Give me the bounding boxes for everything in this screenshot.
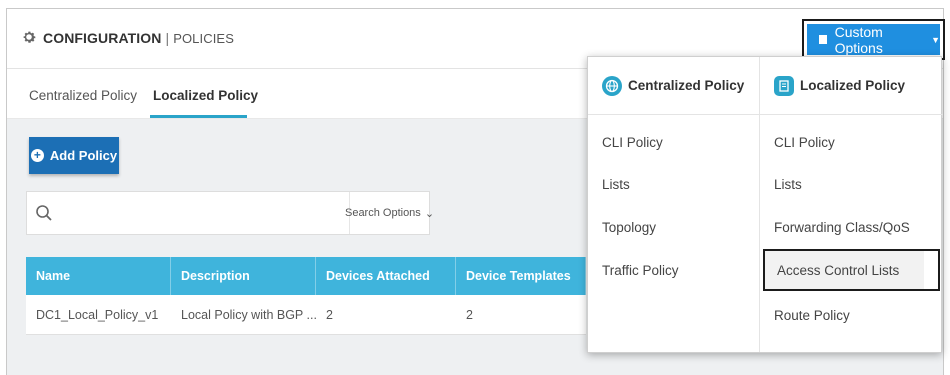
tab-centralized-policy[interactable]: Centralized Policy bbox=[29, 88, 137, 103]
column-header-name[interactable]: Name bbox=[26, 257, 171, 295]
menu-item-centralized-lists[interactable]: Lists bbox=[588, 163, 759, 205]
centralized-policy-heading: Centralized Policy bbox=[588, 57, 759, 115]
custom-options-menu: Centralized Policy CLI Policy Lists Topo… bbox=[587, 56, 943, 353]
search-icon bbox=[36, 205, 52, 221]
policy-table: Name Description Devices Attached Device… bbox=[26, 257, 586, 335]
add-policy-button[interactable]: + Add Policy bbox=[29, 137, 119, 174]
menu-item-localized-forwarding-class-qos[interactable]: Forwarding Class/QoS bbox=[760, 206, 943, 248]
menu-item-localized-lists[interactable]: Lists bbox=[760, 163, 943, 205]
access-control-lists-label: Access Control Lists bbox=[765, 251, 924, 289]
cell-description: Local Policy with BGP ... bbox=[181, 307, 316, 322]
custom-options-label: Custom Options bbox=[834, 23, 883, 56]
page-title: CONFIGURATION | POLICIES bbox=[43, 30, 234, 46]
centralized-policy-heading-label: Centralized Policy bbox=[628, 78, 745, 93]
square-icon bbox=[819, 35, 827, 44]
tab-localized-policy[interactable]: Localized Policy bbox=[153, 88, 258, 103]
localized-policy-column: Localized Policy CLI Policy Lists Forwar… bbox=[760, 57, 943, 352]
menu-item-localized-access-control-lists[interactable]: Access Control Lists bbox=[763, 249, 940, 291]
document-icon bbox=[774, 75, 794, 96]
table-header: Name Description Devices Attached Device… bbox=[26, 257, 586, 295]
custom-options-button-inner[interactable]: Custom Options ▼ bbox=[807, 23, 940, 56]
plus-circle-icon: + bbox=[30, 149, 44, 162]
search-options-dropdown[interactable]: Search Options ⌄ bbox=[345, 192, 434, 234]
search-box: Search Options ⌄ bbox=[26, 191, 434, 235]
search-input[interactable] bbox=[57, 198, 337, 228]
cell-name: DC1_Local_Policy_v1 bbox=[36, 307, 159, 322]
localized-policy-heading: Localized Policy bbox=[760, 57, 943, 115]
custom-options-button[interactable]: Custom Options ▼ bbox=[802, 19, 945, 60]
active-tab-indicator bbox=[150, 115, 247, 118]
search-options-label: Search Options bbox=[344, 207, 421, 219]
gear-icon bbox=[23, 31, 36, 43]
menu-item-centralized-topology[interactable]: Topology bbox=[588, 206, 759, 248]
menu-item-centralized-traffic-policy[interactable]: Traffic Policy bbox=[588, 249, 759, 291]
cell-devices-attached: 2 bbox=[326, 307, 333, 322]
column-header-description[interactable]: Description bbox=[171, 257, 316, 295]
add-policy-label: Add Policy bbox=[49, 148, 118, 163]
table-row[interactable]: DC1_Local_Policy_v1 Local Policy with BG… bbox=[26, 295, 586, 335]
page-title-separator: | bbox=[161, 30, 174, 46]
cell-device-templates: 2 bbox=[466, 307, 473, 322]
menu-item-localized-route-policy[interactable]: Route Policy bbox=[760, 294, 943, 336]
page-title-main: CONFIGURATION bbox=[43, 30, 162, 46]
menu-item-centralized-cli-policy[interactable]: CLI Policy bbox=[588, 121, 759, 163]
chevron-down-icon: ⌄ bbox=[424, 207, 435, 220]
column-header-device-templates[interactable]: Device Templates bbox=[456, 257, 586, 295]
centralized-policy-column: Centralized Policy CLI Policy Lists Topo… bbox=[588, 57, 760, 352]
column-header-devices-attached[interactable]: Devices Attached bbox=[316, 257, 456, 295]
globe-icon bbox=[602, 75, 622, 96]
localized-policy-heading-label: Localized Policy bbox=[800, 78, 906, 93]
caret-down-icon: ▼ bbox=[931, 34, 940, 45]
page-title-sub: POLICIES bbox=[173, 31, 234, 46]
menu-item-localized-cli-policy[interactable]: CLI Policy bbox=[760, 121, 943, 163]
